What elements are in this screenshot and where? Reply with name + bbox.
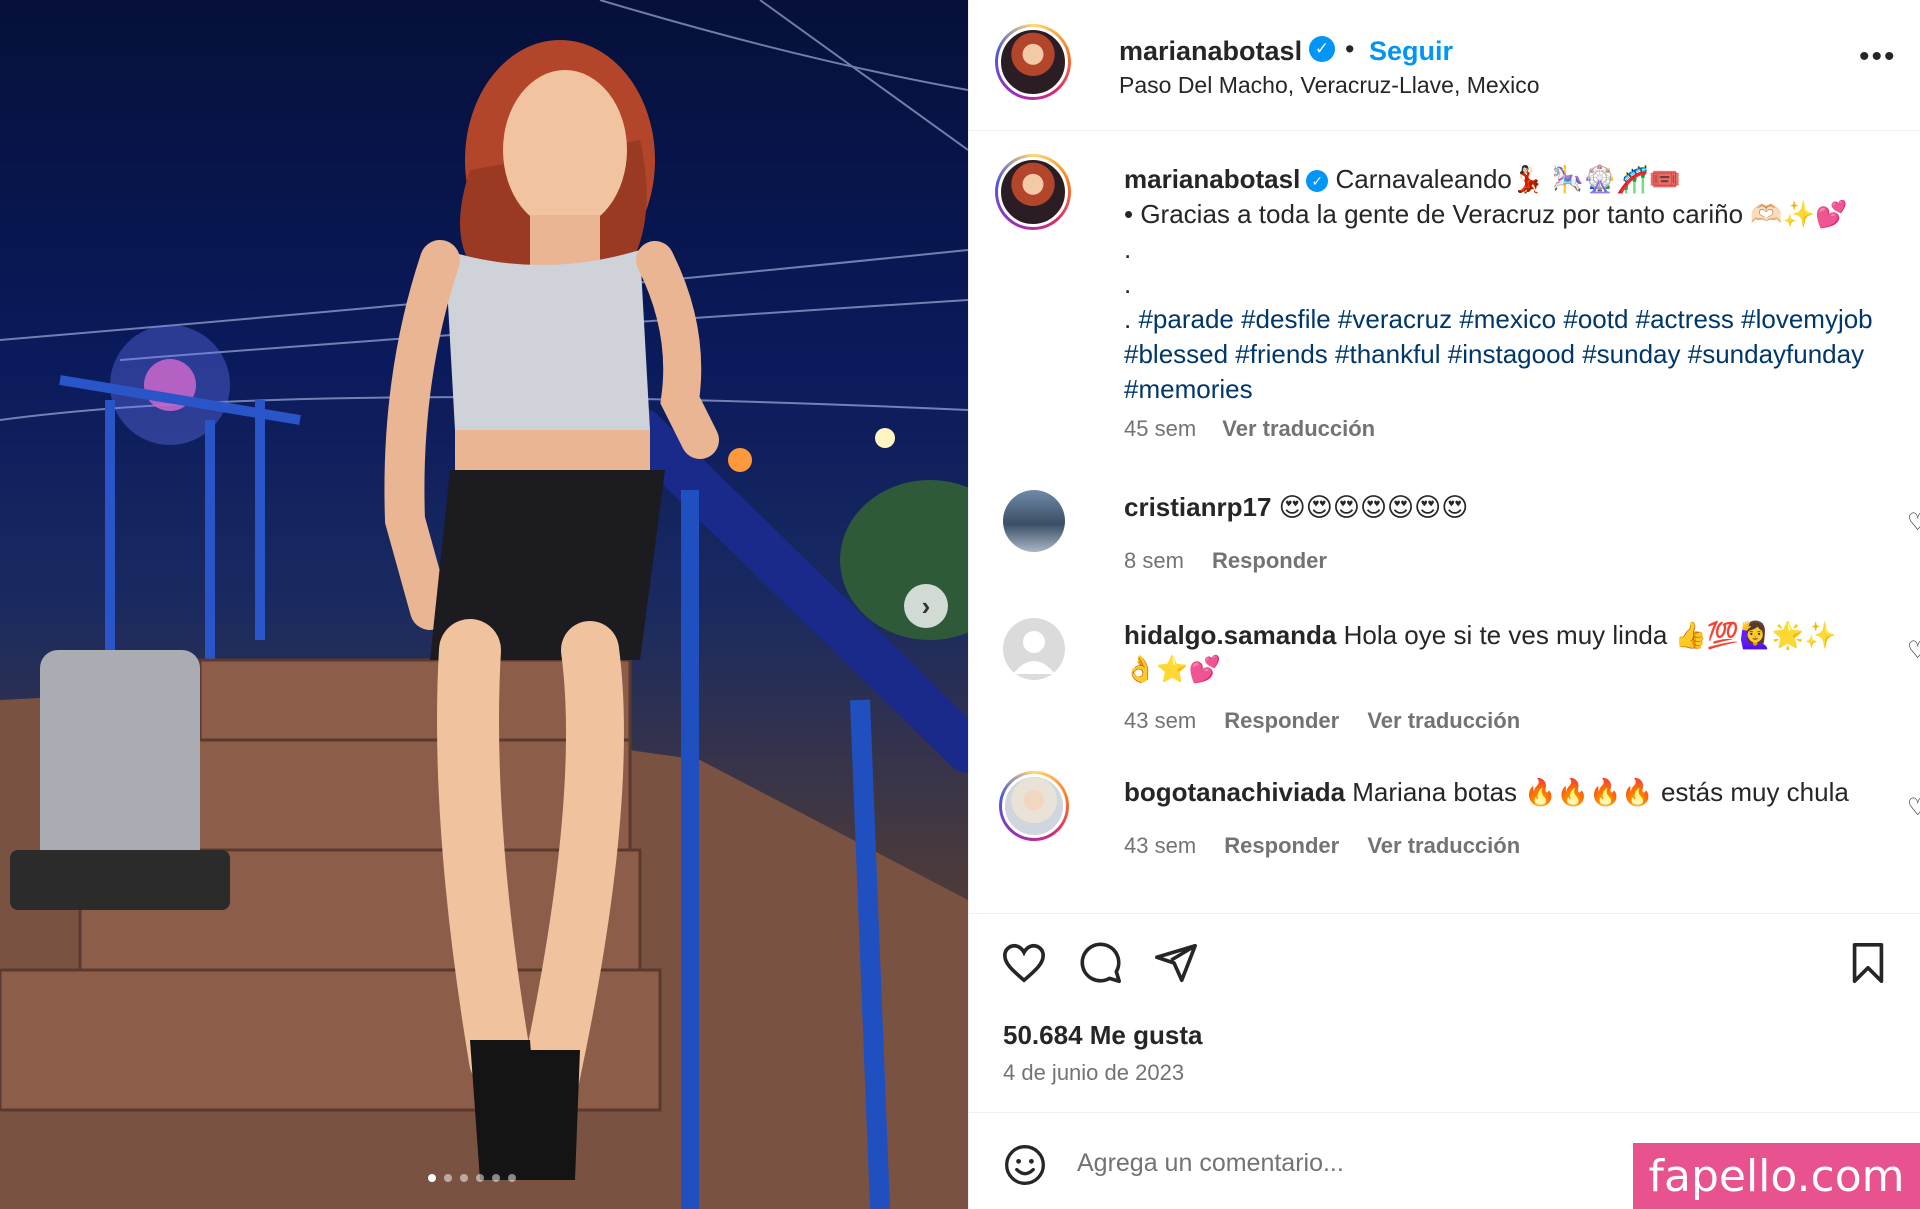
comment-avatar[interactable] (999, 771, 1069, 841)
comment-text: cristianrp17 😍😍😍😍😍😍😍 (1124, 490, 1864, 524)
carousel-dot (428, 1174, 436, 1182)
comment-heart-icon[interactable]: ♡ (1907, 508, 1920, 537)
post-details-panel: marianabotasl ✓ • Seguir Paso Del Macho,… (968, 0, 1920, 1209)
carousel-dot (492, 1174, 500, 1182)
comment-heart-icon[interactable]: ♡ (1907, 793, 1920, 822)
caption-dot: . (1124, 269, 1132, 299)
comment-text: bogotanachiviada Mariana botas 🔥🔥🔥🔥 está… (1124, 775, 1864, 809)
smiley-icon[interactable] (1003, 1143, 1047, 1187)
heart-icon[interactable] (1001, 940, 1047, 986)
comment-time: 8 sem (1124, 548, 1184, 573)
comment-username[interactable]: cristianrp17 (1124, 492, 1271, 522)
header-separator: • (1345, 34, 1355, 64)
caption-line-1: Carnavaleando💃🏻 🎠🎡🎢🎟️ (1328, 164, 1681, 194)
carousel-indicator (428, 1174, 516, 1182)
author-avatar[interactable] (995, 24, 1071, 100)
post-header: marianabotasl ✓ • Seguir Paso Del Macho,… (995, 24, 1895, 106)
post-photo[interactable]: › (0, 0, 968, 1209)
comment-text: hidalgo.samanda Hola oye si te ves muy l… (1124, 618, 1864, 686)
comment-meta: 8 sem Responder (1124, 548, 1349, 574)
comment-translate-button[interactable]: Ver traducción (1367, 833, 1520, 858)
comment-heart-icon[interactable]: ♡ (1907, 636, 1920, 665)
verified-badge-icon: ✓ (1306, 170, 1329, 193)
comment-reply-button[interactable]: Responder (1224, 833, 1339, 858)
caption-meta: 45 sem Ver traducción (1124, 416, 1395, 442)
watermark-logo: fapello.com (1633, 1143, 1920, 1209)
like-count[interactable]: 50.684 Me gusta (1003, 1020, 1202, 1051)
caption-time: 45 sem (1124, 416, 1197, 441)
photo-illustration (0, 0, 968, 1209)
comment-input[interactable] (1077, 1143, 1637, 1183)
comments-divider (969, 913, 1920, 914)
comment-avatar[interactable] (1003, 490, 1065, 552)
paper-plane-icon[interactable] (1153, 940, 1199, 986)
comment-translate-button[interactable]: Ver traducción (1367, 708, 1520, 733)
verified-badge-icon: ✓ (1309, 36, 1335, 62)
comment-username[interactable]: hidalgo.samanda (1124, 620, 1336, 650)
comment-meta: 43 sem Responder Ver traducción (1124, 708, 1542, 734)
caption-line-2: • Gracias a toda la gente de Veracruz po… (1124, 199, 1848, 229)
more-options-icon[interactable]: ••• (1859, 40, 1897, 74)
comment-time: 43 sem (1124, 833, 1197, 858)
carousel-dot (460, 1174, 468, 1182)
header-divider (969, 130, 1920, 131)
carousel-dot (444, 1174, 452, 1182)
comment-bubble-icon[interactable] (1077, 940, 1123, 986)
comment-avatar[interactable] (1003, 618, 1065, 680)
default-user-icon (1013, 631, 1055, 674)
chevron-right-icon: › (921, 590, 931, 621)
post-location[interactable]: Paso Del Macho, Veracruz-Llave, Mexico (1119, 72, 1540, 99)
carousel-next-button[interactable]: › (904, 584, 948, 628)
post-date: 4 de junio de 2023 (1003, 1060, 1185, 1085)
follow-button[interactable]: Seguir (1369, 36, 1453, 67)
caption-dot: . (1124, 304, 1139, 334)
caption-text: marianabotasl ✓ Carnavaleando💃🏻 🎠🎡🎢🎟️ • G… (1124, 162, 1884, 407)
caption-hashtags[interactable]: #parade #desfile #veracruz #mexico #ootd… (1124, 304, 1873, 404)
comment-message: 😍😍😍😍😍😍😍 (1271, 492, 1469, 522)
comment-time: 43 sem (1124, 708, 1197, 733)
comment-reply-button[interactable]: Responder (1224, 708, 1339, 733)
author-username[interactable]: marianabotasl (1119, 36, 1302, 67)
bookmark-icon[interactable] (1845, 940, 1891, 986)
comment-message: Mariana botas 🔥🔥🔥🔥 estás muy chula (1345, 777, 1849, 807)
comment-reply-button[interactable]: Responder (1212, 548, 1327, 573)
caption-dot: . (1124, 234, 1132, 264)
carousel-dot (508, 1174, 516, 1182)
comment-meta: 43 sem Responder Ver traducción (1124, 833, 1542, 859)
carousel-dot (476, 1174, 484, 1182)
caption-author-avatar[interactable] (995, 154, 1071, 230)
caption-username[interactable]: marianabotasl (1124, 164, 1300, 194)
post-action-bar (1001, 940, 1901, 990)
caption-translate-button[interactable]: Ver traducción (1222, 416, 1375, 441)
comment-username[interactable]: bogotanachiviada (1124, 777, 1345, 807)
